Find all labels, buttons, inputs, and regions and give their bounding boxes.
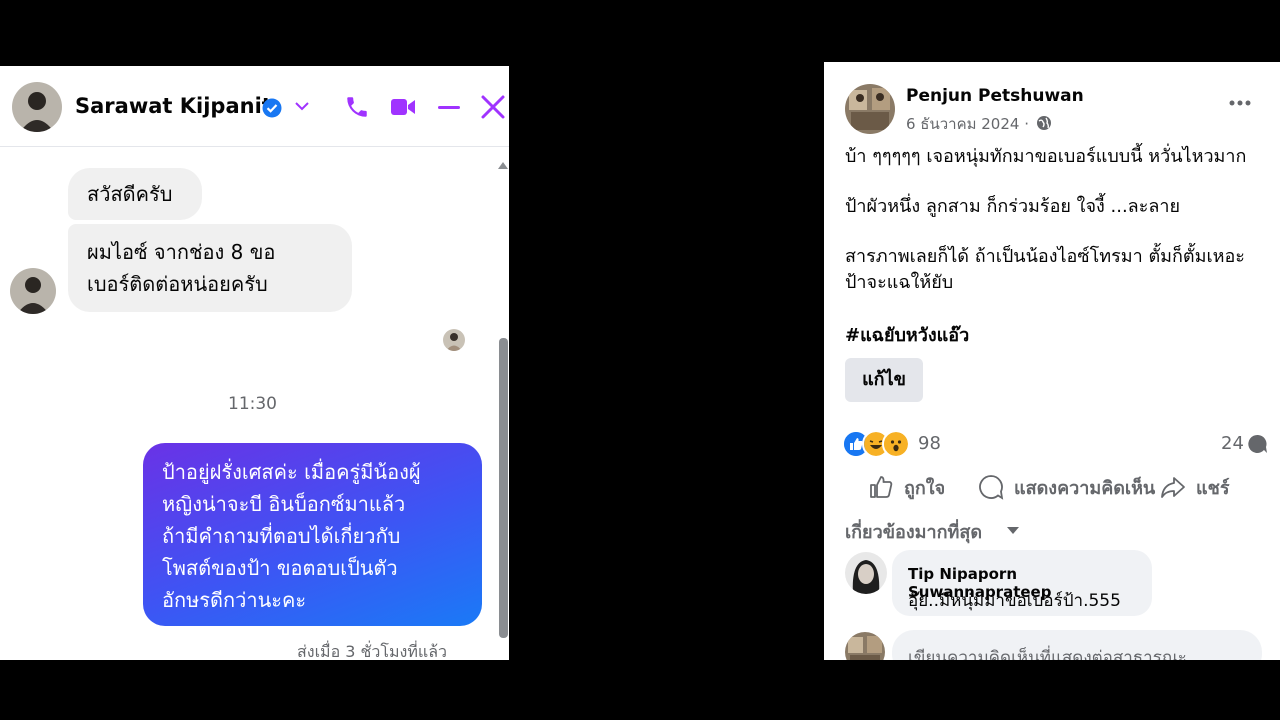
wow-reaction-icon [882,430,910,458]
post-date[interactable]: 6 ธันวาคม 2024 · [906,112,1029,136]
author-avatar[interactable] [845,84,895,134]
message-text-line: ถ้ามีคำถามที่ตอบได้เกี่ยวกับ [162,524,401,548]
minimize-icon[interactable] [436,94,462,120]
share-icon [1161,477,1185,498]
post-text: สารภาพเลยก็ได้ ถ้าเป็นน้องไอซ์โทรมา ตั้ม… [845,246,1245,267]
message-text: สวัสดีครับ [87,182,173,206]
message-timestamp: 11:30 [228,394,277,414]
sender-avatar[interactable] [10,268,56,314]
incoming-message[interactable]: ผมไอซ์ จากช่อง 8 ขอ เบอร์ติดต่อหน่อยครับ [68,224,352,312]
post-text: ป้าจะแฉให้ยับ [845,272,954,293]
comment-text: อุ๊ย..มีหนุ่มมาขอเบอร์ป้า.555 [908,591,1121,611]
comment-bubble-icon [1248,434,1267,453]
comment-input-placeholder: เขียนความคิดเห็นที่แสดงต่อสาธารณะ... [908,648,1203,660]
edit-button[interactable]: แก้ไข [845,358,923,402]
chat-header: Sarawat Kijpanit [0,66,509,147]
sent-status: ส่งเมื่อ 3 ชั่วโมงที่แล้ว [297,642,447,660]
post-text: บ้า ๆๆๆๆๆ เจอหนุ่มทักมาขอเบอร์แบบนี้ หวั… [845,146,1247,167]
messenger-chat-window: Sarawat Kijpanit สวัสดีครับ ผมไอซ์ จากช่… [0,66,509,660]
globe-icon [1037,116,1051,130]
close-icon[interactable] [480,94,506,120]
sort-dropdown-arrow-icon[interactable] [1007,527,1019,534]
share-label: แชร์ [1196,477,1230,499]
contact-name[interactable]: Sarawat Kijpanit [75,94,272,118]
write-comment-input[interactable]: เขียนความคิดเห็นที่แสดงต่อสาธารณะ... [892,630,1262,660]
comment-label: แสดงความคิดเห็น [1014,477,1156,499]
comment-button[interactable]: แสดงความคิดเห็น [978,472,1155,502]
post-author-name[interactable]: Penjun Petshuwan [906,86,1084,106]
more-options-icon[interactable] [1229,100,1251,106]
like-button[interactable]: ถูกใจ [868,472,945,502]
message-text-line: เบอร์ติดต่อหน่อยครับ [87,272,268,296]
reaction-summary[interactable] [842,430,912,458]
share-button[interactable]: แชร์ [1160,472,1230,502]
message-text-line: ป้าอยู่ฝรั่งเศสค่ะ เมื่อครู่มีน้องผู้ [162,460,421,484]
comment-icon [979,475,1004,500]
message-text-line: หญิงน่าจะบี อินบ็อกซ์มาแล้ว [162,492,406,516]
contact-avatar[interactable] [12,82,62,132]
verified-badge-icon [262,98,282,118]
facebook-post: Penjun Petshuwan 6 ธันวาคม 2024 · บ้า ๆๆ… [824,62,1280,660]
current-user-avatar[interactable] [845,632,885,660]
phone-icon[interactable] [344,94,370,120]
thumbs-up-icon [870,476,893,498]
outgoing-message[interactable]: ป้าอยู่ฝรั่งเศสค่ะ เมื่อครู่มีน้องผู้ หญ… [143,443,482,626]
message-text-line: อักษรดีกว่านะคะ [162,588,307,612]
scroll-up-arrow[interactable] [498,162,508,169]
message-text-line: โพสต์ของป้า ขอตอบเป็นตัว [162,556,398,580]
incoming-message[interactable]: สวัสดีครับ [68,168,202,220]
video-camera-icon[interactable] [390,96,416,118]
scrollbar-thumb[interactable] [499,338,508,638]
hashtag-link[interactable]: #แฉยับหวังแอ๊ว [845,320,969,349]
comment-sort-filter[interactable]: เกี่ยวข้องมากที่สุด [845,517,982,546]
commenter-avatar[interactable] [845,552,887,594]
like-label: ถูกใจ [904,477,946,499]
comment-bubble[interactable]: Tip Nipaporn Suwannaprateep อุ๊ย..มีหนุ่… [892,550,1152,616]
seen-receipt-avatar [443,329,465,351]
post-text: ป้าผัวหนึ่ง ลูกสาม ก็กร่วมร้อย ใจงี้ ...… [845,196,1181,217]
message-text-line: ผมไอซ์ จากช่อง 8 ขอ [87,240,276,264]
reaction-count[interactable]: 98 [918,433,941,454]
comment-count[interactable]: 24 [1221,433,1244,454]
chevron-down-icon[interactable] [293,100,311,112]
